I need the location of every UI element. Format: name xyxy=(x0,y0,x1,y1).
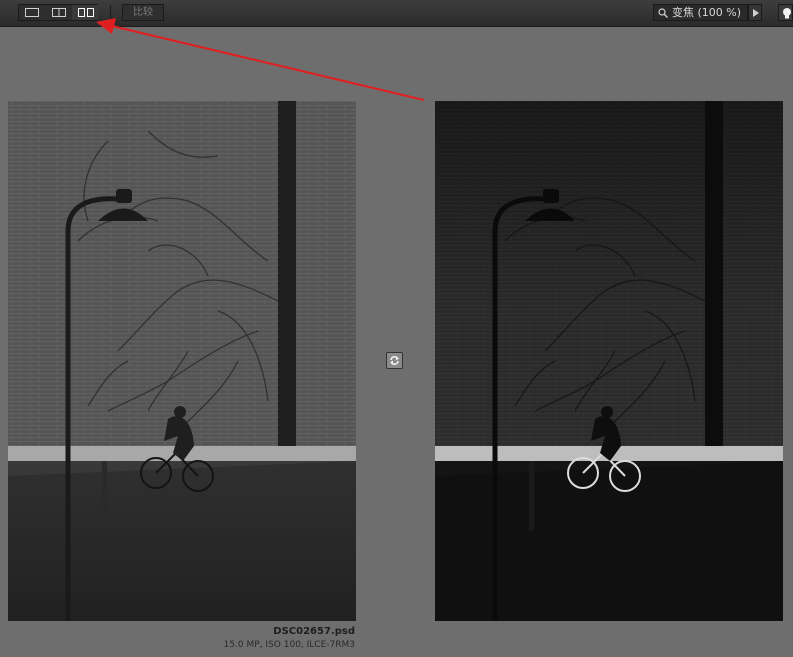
single-view-button[interactable] xyxy=(19,5,45,20)
side-by-side-view-icon xyxy=(78,8,94,17)
top-toolbar: 比较 变焦 (100 %) xyxy=(0,0,793,27)
side-by-side-view-button[interactable] xyxy=(72,5,98,20)
after-photo-panel[interactable] xyxy=(435,101,783,621)
sync-refresh-icon xyxy=(390,356,399,365)
lightbulb-icon xyxy=(783,8,791,19)
zoom-label: 变焦 (100 %) xyxy=(672,6,742,19)
file-metadata: 15.0 MP, ISO 100, ILCE-7RM3 xyxy=(223,640,355,650)
split-view-icon xyxy=(52,8,66,17)
split-view-button[interactable] xyxy=(46,5,72,20)
triangle-right-icon xyxy=(753,9,759,17)
after-photo xyxy=(435,101,783,621)
before-photo xyxy=(8,101,356,621)
magnifier-icon xyxy=(658,8,668,18)
view-mode-group xyxy=(18,4,98,21)
file-name: DSC02657.psd xyxy=(273,626,355,637)
zoom-menu-button[interactable] xyxy=(748,4,762,21)
toolbar-divider xyxy=(110,5,111,21)
zoom-dropdown[interactable]: 变焦 (100 %) xyxy=(653,4,748,21)
before-photo-panel[interactable] xyxy=(8,101,356,621)
single-view-icon xyxy=(25,8,39,17)
compare-button[interactable]: 比较 xyxy=(122,4,164,21)
sync-refresh-button[interactable] xyxy=(386,352,403,369)
lighting-button[interactable] xyxy=(778,4,793,21)
